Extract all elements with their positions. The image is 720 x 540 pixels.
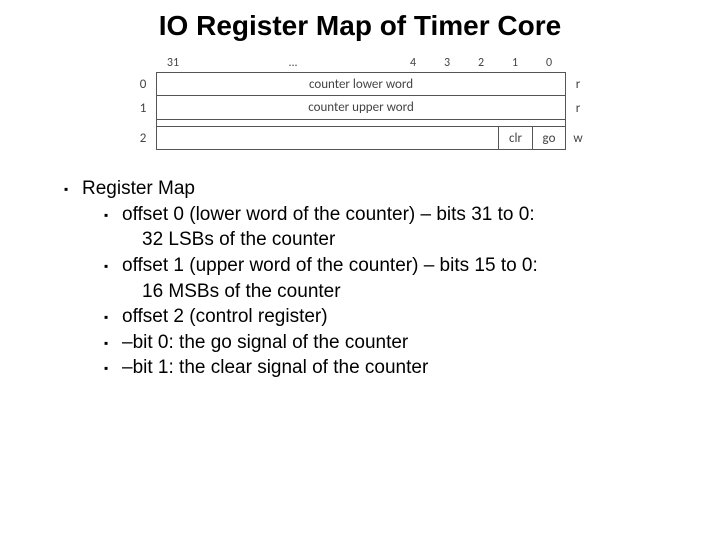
bit-label-4: 4 <box>396 56 430 70</box>
bullet-heading: Register Map <box>84 176 680 202</box>
register-bit-clr: clr <box>498 126 532 150</box>
access-label: w <box>566 126 590 150</box>
bullet-item: –bit 0: the go signal of the counter <box>124 330 680 356</box>
bit-label-0: 0 <box>532 56 566 70</box>
bit-label-31: 31 <box>156 56 190 70</box>
register-field-blank <box>157 126 498 150</box>
bullet-item: offset 0 (lower word of the counter) – b… <box>124 202 680 228</box>
bullet-item-cont: 32 LSBs of the counter <box>124 227 680 253</box>
bit-label-ellipsis: ... <box>190 56 396 70</box>
bullet-item: offset 1 (upper word of the counter) – b… <box>124 253 680 279</box>
register-row-2: 2 clr go w <box>130 126 590 150</box>
bit-label-3: 3 <box>430 56 464 70</box>
bullet-item: –bit 1: the clear signal of the counter <box>124 355 680 381</box>
register-map-diagram: 31 ... 4 3 2 1 0 0 counter lower word r … <box>130 54 590 150</box>
register-field: counter upper word <box>157 96 565 120</box>
bit-label-2: 2 <box>464 56 498 70</box>
access-label: r <box>566 72 590 96</box>
offset-label: 1 <box>130 96 156 120</box>
register-field: counter lower word <box>157 72 565 96</box>
bullet-item-cont: 16 MSBs of the counter <box>124 279 680 305</box>
register-row-0: 0 counter lower word r <box>130 72 590 96</box>
bullet-item: offset 2 (control register) <box>124 304 680 330</box>
register-row-1: 1 counter upper word r <box>130 96 590 120</box>
offset-label: 0 <box>130 72 156 96</box>
bit-label-1: 1 <box>498 56 532 70</box>
access-label: r <box>566 96 590 120</box>
offset-label: 2 <box>130 126 156 150</box>
register-bit-go: go <box>532 126 566 150</box>
page-title: IO Register Map of Timer Core <box>40 10 680 42</box>
